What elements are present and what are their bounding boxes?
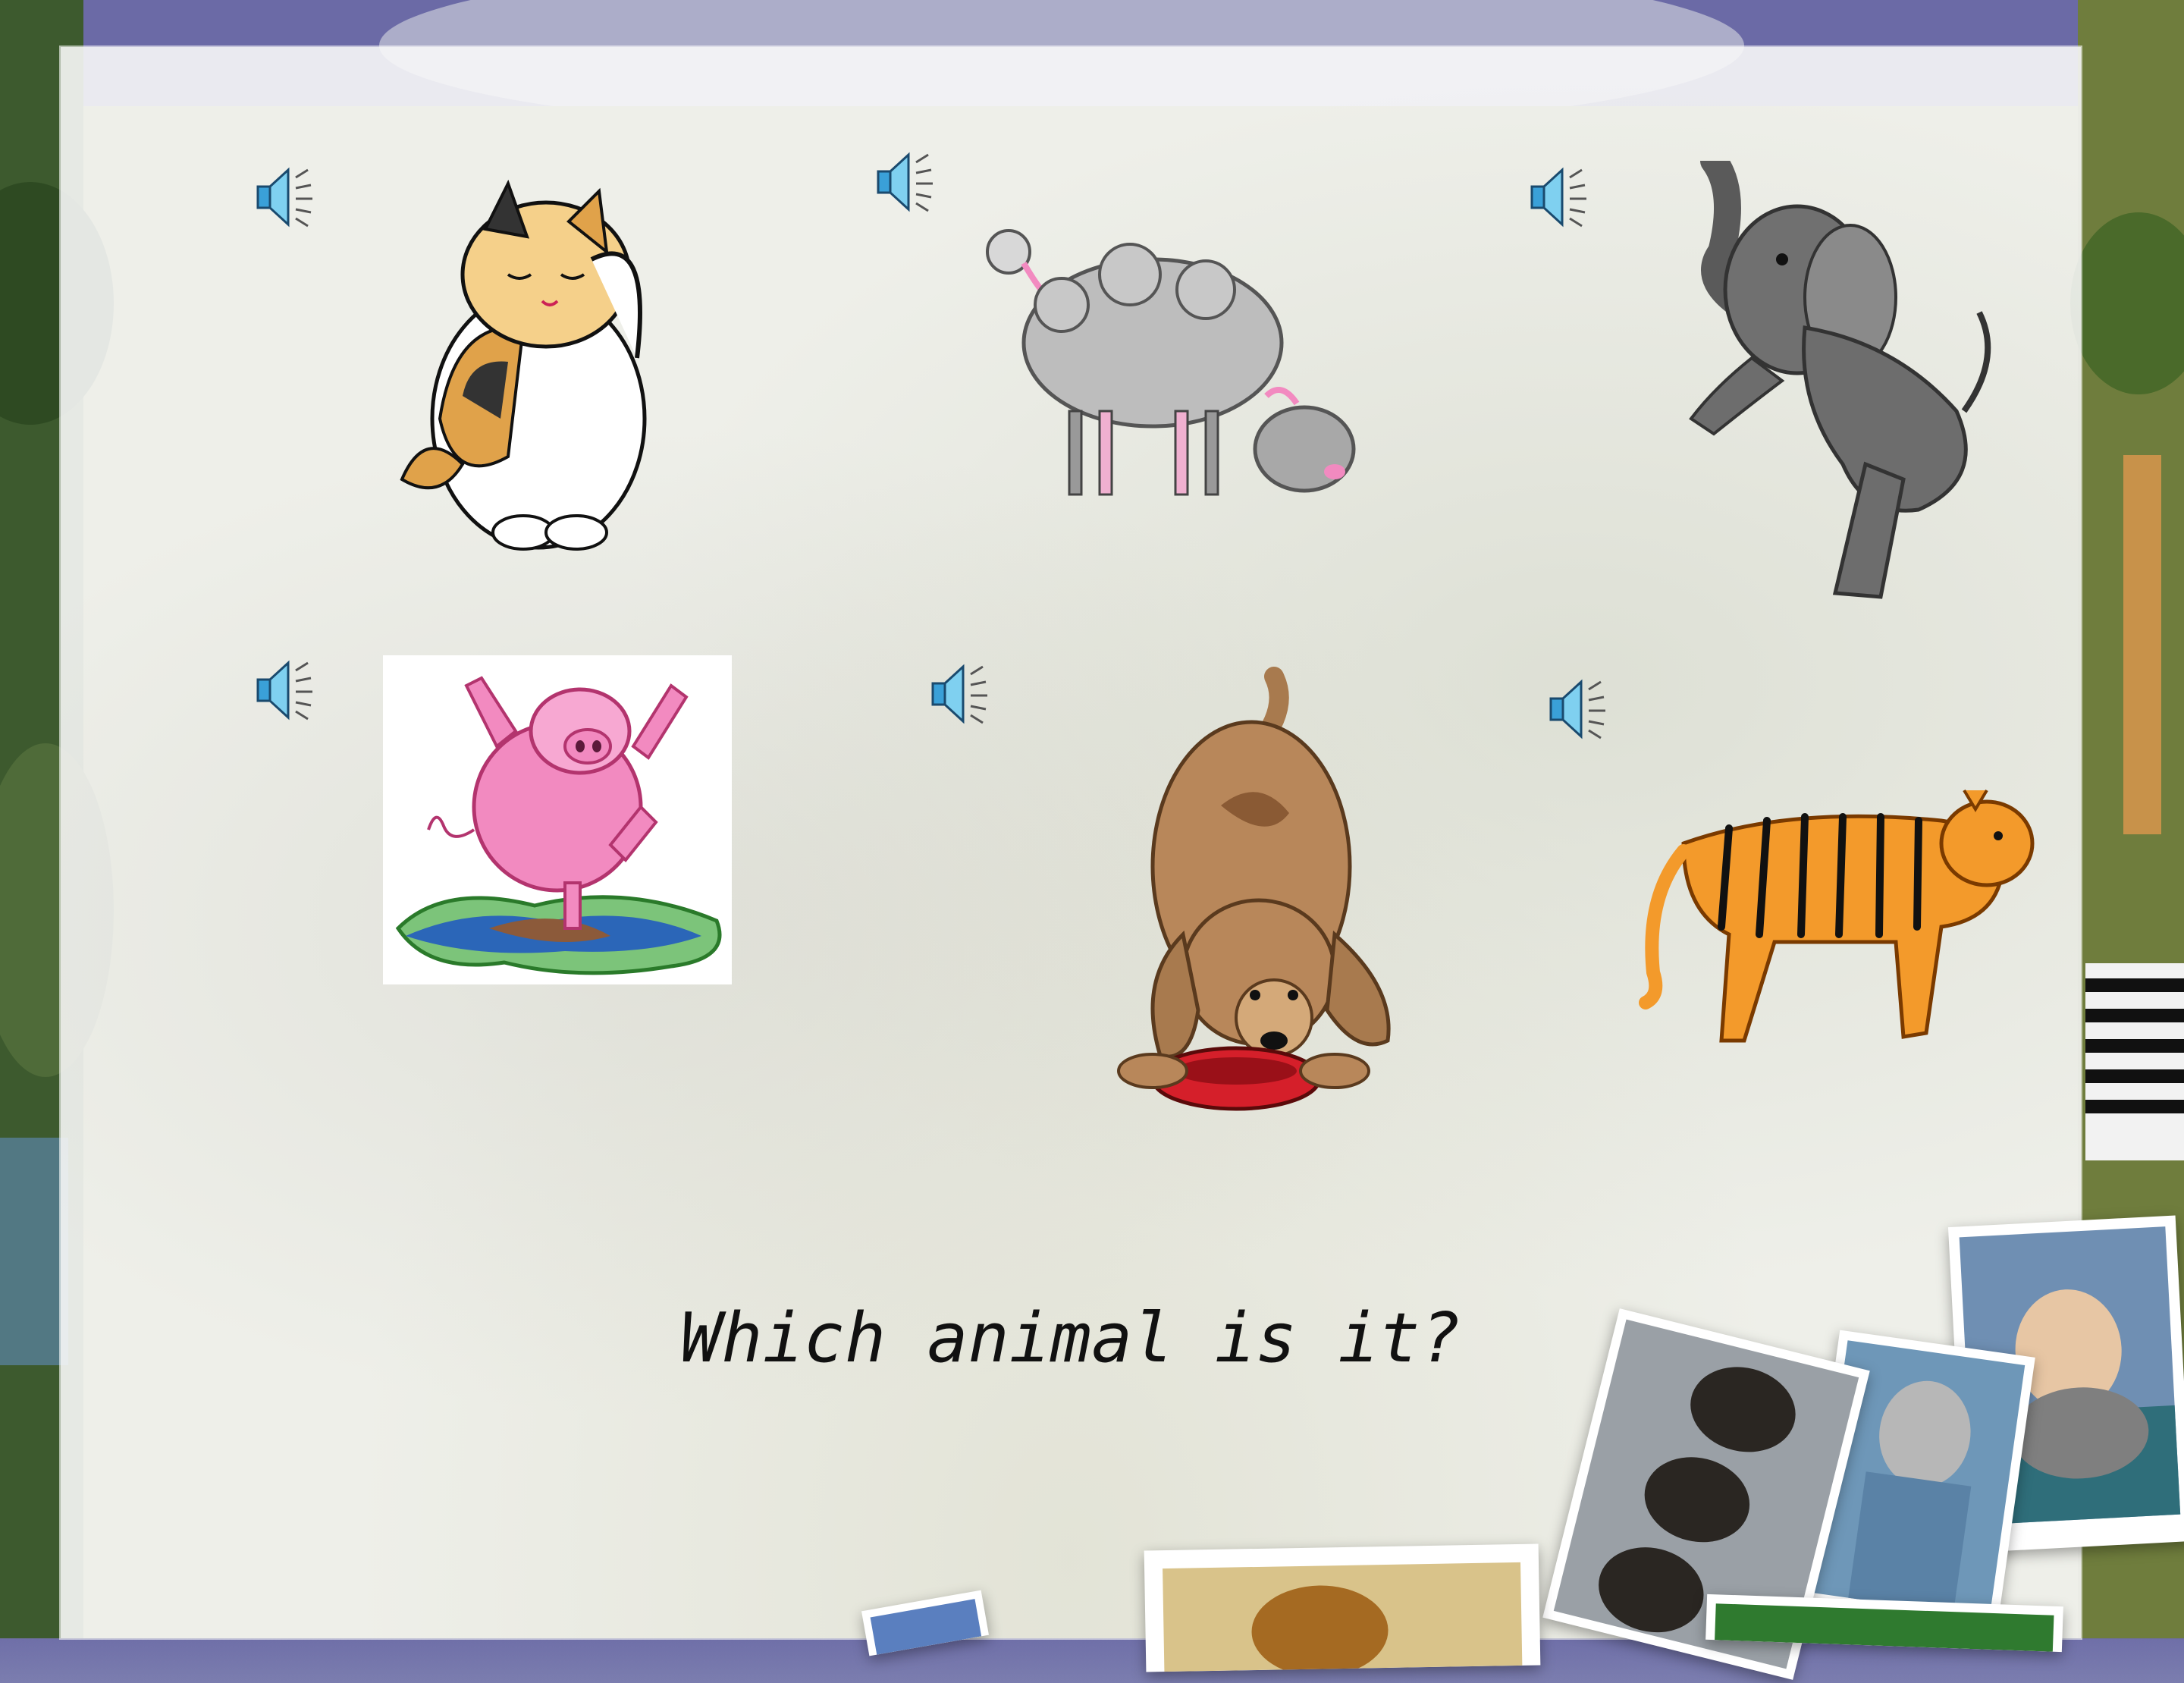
speaker-sound-icon[interactable]: [1543, 673, 1616, 746]
pig-picture[interactable]: [383, 655, 732, 984]
speaker-sound-icon[interactable]: [871, 146, 943, 218]
speaker-sound-icon[interactable]: [250, 161, 323, 234]
sheep-picture[interactable]: [978, 206, 1373, 525]
dog-picture[interactable]: [1107, 661, 1426, 1132]
tiger-picture[interactable]: [1638, 745, 2048, 1063]
zebra-illustration: [2085, 963, 2184, 1160]
cat-picture[interactable]: [394, 168, 682, 563]
elephant-picture[interactable]: [1668, 161, 2032, 608]
speaker-sound-icon[interactable]: [250, 654, 323, 727]
photo-lions: [1144, 1543, 1541, 1677]
speaker-sound-icon[interactable]: [1524, 161, 1597, 234]
speaker-sound-icon[interactable]: [925, 658, 998, 730]
